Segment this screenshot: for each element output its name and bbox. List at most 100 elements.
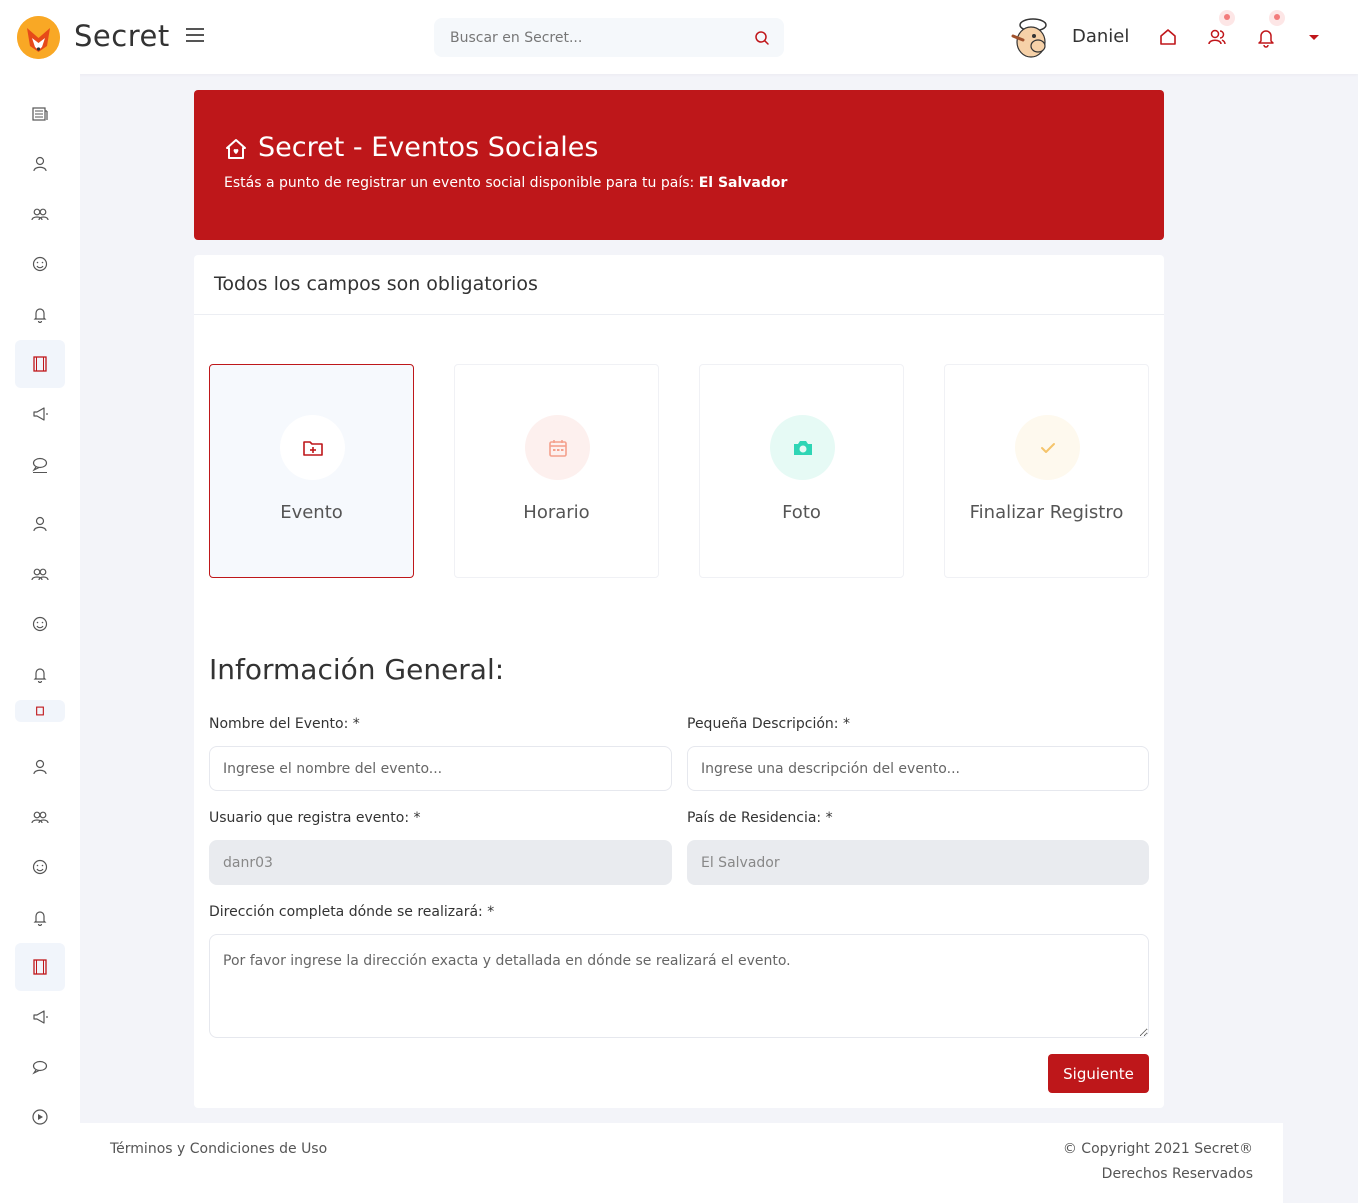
- search-input[interactable]: [434, 18, 744, 57]
- step-label: Finalizar Registro: [969, 502, 1124, 523]
- sidebar-item-friends-3[interactable]: [15, 793, 65, 841]
- menu-toggle-icon[interactable]: [186, 28, 204, 46]
- sidebar-item-notifications-2[interactable]: [15, 650, 65, 698]
- play-circle-icon: [32, 1109, 48, 1125]
- sidebar-item-messages[interactable]: [15, 440, 65, 488]
- sidebar-item-profile-2[interactable]: [15, 500, 65, 548]
- sidebar-item-notifications-3[interactable]: [15, 893, 65, 941]
- sidebar-item-events-2[interactable]: [15, 700, 65, 722]
- megaphone-icon: [33, 1010, 48, 1024]
- username[interactable]: Daniel: [1072, 26, 1129, 47]
- page-title: Secret - Eventos Sociales: [258, 132, 599, 163]
- step-label: Foto: [782, 502, 821, 523]
- page-subtitle: Estás a punto de registrar un evento soc…: [224, 175, 787, 191]
- check-icon: [1040, 442, 1055, 453]
- sidebar-item-profile-3[interactable]: [15, 743, 65, 791]
- sidebar-item-profile[interactable]: [15, 140, 65, 188]
- step-icon-circle: [770, 415, 835, 480]
- sidebar-item-messages-2[interactable]: [15, 1043, 65, 1091]
- film-icon: [33, 356, 47, 372]
- avatar[interactable]: [1005, 14, 1053, 62]
- film-icon: [33, 959, 47, 975]
- bell-icon: [33, 911, 47, 926]
- subtitle-country: El Salvador: [698, 175, 788, 191]
- sidebar-item-reactions[interactable]: [15, 240, 65, 288]
- sidebar-item-friends[interactable]: [15, 190, 65, 238]
- user-label: Usuario que registra evento: *: [209, 810, 421, 826]
- search-icon[interactable]: [754, 30, 770, 46]
- sidebar-item-videos[interactable]: [15, 1093, 65, 1141]
- sidebar-item-announcements[interactable]: [15, 390, 65, 438]
- fox-logo-icon: [17, 16, 60, 59]
- users-icon: [31, 568, 49, 581]
- user-field: [209, 840, 672, 885]
- newspaper-icon: [32, 107, 48, 121]
- users-icon: [31, 208, 49, 221]
- megaphone-icon: [33, 407, 48, 421]
- step-label: Horario: [523, 502, 590, 523]
- users-icon: [31, 811, 49, 824]
- event-form-card: Todos los campos son obligatorios Evento…: [194, 255, 1164, 1108]
- user-icon: [33, 516, 47, 532]
- sidebar-item-reactions-2[interactable]: [15, 600, 65, 648]
- address-textarea[interactable]: [209, 934, 1149, 1038]
- step-finalizar-registro[interactable]: Finalizar Registro: [944, 364, 1149, 578]
- step-icon-circle: [280, 415, 345, 480]
- smile-icon: [32, 859, 48, 875]
- sidebar-item-news[interactable]: [15, 90, 65, 138]
- event-name-input[interactable]: [209, 746, 672, 791]
- bell-icon: [33, 308, 47, 323]
- film-icon: [36, 706, 44, 716]
- step-label: Evento: [280, 502, 343, 523]
- chevron-down-icon[interactable]: [1309, 35, 1319, 40]
- sidebar-item-notifications[interactable]: [15, 290, 65, 338]
- bell-icon: [33, 668, 47, 683]
- sidebar-item-events[interactable]: [15, 340, 65, 388]
- step-icon-circle: [1015, 415, 1080, 480]
- bell-notification-dot: [1269, 10, 1285, 26]
- home-icon[interactable]: [1157, 26, 1179, 48]
- step-horario[interactable]: Horario: [454, 364, 659, 578]
- sidebar-item-events-3[interactable]: [15, 943, 65, 991]
- section-title: Información General:: [209, 653, 505, 686]
- friends-notification-dot: [1219, 10, 1235, 26]
- chat-icon: [32, 457, 48, 473]
- camera-icon: [793, 440, 812, 455]
- brand-name[interactable]: Secret: [74, 19, 170, 53]
- page-banner: Secret - Eventos Sociales Estás a punto …: [194, 90, 1164, 240]
- card-heading: Todos los campos son obligatorios: [214, 273, 538, 295]
- event-name-label: Nombre del Evento: *: [209, 716, 360, 732]
- sidebar: [0, 74, 80, 1203]
- terms-link[interactable]: Términos y Condiciones de Uso: [110, 1141, 327, 1157]
- users-icon[interactable]: [1206, 26, 1228, 48]
- home-heart-icon: [226, 139, 246, 159]
- address-label: Dirección completa dónde se realizará: *: [209, 904, 495, 920]
- smile-icon: [32, 256, 48, 272]
- user-icon: [33, 759, 47, 775]
- step-icon-circle: [525, 415, 590, 480]
- sidebar-item-reactions-3[interactable]: [15, 843, 65, 891]
- top-bar: Secret Daniel: [0, 0, 1358, 74]
- rights-text: Derechos Reservados: [1101, 1166, 1253, 1182]
- folder-plus-icon: [302, 440, 323, 456]
- card-header: Todos los campos son obligatorios: [194, 255, 1164, 315]
- description-label: Pequeña Descripción: *: [687, 716, 850, 732]
- search-box: [434, 18, 784, 57]
- copyright-text: © Copyright 2021 Secret®: [1062, 1141, 1253, 1157]
- smile-icon: [32, 616, 48, 632]
- step-evento[interactable]: Evento: [209, 364, 414, 578]
- country-label: País de Residencia: *: [687, 810, 833, 826]
- footer: Términos y Condiciones de Uso © Copyrigh…: [80, 1123, 1283, 1203]
- country-field: [687, 840, 1149, 885]
- calendar-icon: [548, 439, 567, 457]
- user-icon: [33, 156, 47, 172]
- sidebar-item-announcements-2[interactable]: [15, 993, 65, 1041]
- step-foto[interactable]: Foto: [699, 364, 904, 578]
- chat-icon: [32, 1060, 48, 1075]
- description-input[interactable]: [687, 746, 1149, 791]
- next-button[interactable]: Siguiente: [1048, 1054, 1149, 1093]
- subtitle-text: Estás a punto de registrar un evento soc…: [224, 175, 695, 191]
- logo[interactable]: [17, 16, 60, 59]
- bell-icon[interactable]: [1255, 26, 1277, 48]
- sidebar-item-friends-2[interactable]: [15, 550, 65, 598]
